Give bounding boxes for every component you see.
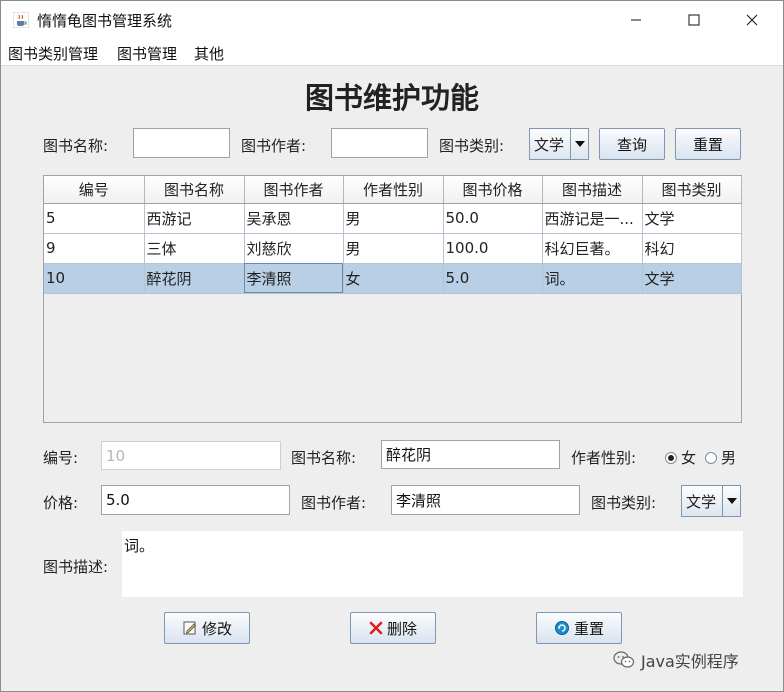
table-cell[interactable]: 词。 [542,263,643,294]
delete-button-label: 删除 [386,619,417,638]
edit-icon [183,621,197,635]
watermark: Java实例程序 [613,648,739,672]
sex-label: 作者性别: [571,449,637,467]
close-button[interactable] [723,1,781,39]
table-row[interactable]: 5 西游记 吴承恩 男 50.0 西游记是一... 文学 [44,203,742,234]
minimize-button[interactable] [607,1,665,39]
delete-button[interactable]: 删除 [350,612,436,644]
java-cup-icon [13,12,29,28]
search-name-label: 图书名称: [43,137,109,155]
id-label: 编号: [43,449,79,467]
table-cell[interactable]: 吴承恩 [244,203,344,234]
window-title: 惰惰龟图书管理系统 [37,12,173,30]
table-row[interactable]: 9 三体 刘慈欣 男 100.0 科幻巨著。 科幻 [44,233,742,264]
author-field[interactable]: 李清照 [391,485,580,515]
sex-option-male-label: 男 [721,449,737,467]
sex-radio-female[interactable]: 女 [665,447,696,468]
column-header-author[interactable]: 图书作者 [244,176,344,204]
table-cell[interactable]: 科幻巨著。 [542,233,643,264]
table-header-row: 编号 图书名称 图书作者 作者性别 图书价格 图书描述 图书类别 [44,176,742,204]
table-cell[interactable]: 10 [44,263,145,294]
reset-icon [554,621,569,635]
table-cell[interactable]: 女 [343,263,444,294]
table-cell[interactable]: 9 [44,233,145,264]
column-header-desc[interactable]: 图书描述 [542,176,643,204]
search-type-value: 文学 [534,135,565,154]
table-cell[interactable]: 文学 [642,203,742,234]
table-cell[interactable]: 男 [343,233,444,264]
id-field: 10 [101,441,281,470]
price-label: 价格: [43,494,79,512]
book-table[interactable]: 编号 图书名称 图书作者 作者性别 图书价格 图书描述 图书类别 5 西游记 吴… [43,175,742,423]
search-author-label: 图书作者: [241,137,307,155]
table-row-selected[interactable]: 10 醉花阴 李清照 女 5.0 词。 文学 [44,263,742,294]
column-header-price[interactable]: 图书价格 [443,176,543,204]
maximize-button[interactable] [665,1,723,39]
column-header-type[interactable]: 图书类别 [642,176,742,204]
modify-button[interactable]: 修改 [164,612,250,644]
type-select[interactable]: 文学 [681,485,741,517]
table-cell[interactable]: 文学 [642,263,742,294]
column-header-sex[interactable]: 作者性别 [343,176,444,204]
name-field[interactable]: 醉花阴 [381,440,560,469]
chevron-down-icon [722,486,740,516]
search-author-input[interactable] [331,128,428,158]
table-cell[interactable]: 50.0 [443,203,543,234]
column-header-id[interactable]: 编号 [44,176,145,204]
menu-bar: 图书类别管理 图书管理 其他 [1,39,783,66]
form-reset-button[interactable]: 重置 [536,612,622,644]
desc-label: 图书描述: [43,558,109,576]
page-title: 图书维护功能 [304,81,479,115]
wechat-icon [613,651,635,668]
column-header-name[interactable]: 图书名称 [144,176,245,204]
close-icon [746,14,758,26]
reset-button-label: 重置 [573,619,604,638]
type-value: 文学 [686,492,717,511]
table-cell-focused[interactable]: 李清照 [244,263,344,294]
radio-checked-icon [665,451,677,464]
radio-unchecked-icon [705,451,717,464]
title-bar[interactable]: 惰惰龟图书管理系统 [1,1,783,39]
search-type-label: 图书类别: [439,137,505,155]
table-cell[interactable]: 5 [44,203,145,234]
watermark-text: Java实例程序 [641,652,739,671]
table-cell[interactable]: 醉花阴 [144,263,245,294]
table-cell[interactable]: 西游记是一... [542,203,643,234]
maximize-icon [688,14,700,26]
search-name-input[interactable] [133,128,230,158]
menu-other[interactable]: 其他 [194,43,224,64]
modify-button-label: 修改 [201,619,232,638]
table-cell[interactable]: 5.0 [443,263,543,294]
sex-radio-male[interactable]: 男 [705,447,736,468]
table-cell[interactable]: 科幻 [642,233,742,264]
delete-x-icon [369,621,383,635]
query-button[interactable]: 查询 [599,128,665,160]
menu-book-manage[interactable]: 图书管理 [117,43,177,64]
price-field[interactable]: 5.0 [101,485,290,515]
search-type-select[interactable]: 文学 [529,128,589,160]
app-window: 惰惰龟图书管理系统 图书类别管理 图书管理 其他 图书维护功能 图书名称: 图书… [0,0,784,692]
search-reset-button[interactable]: 重置 [675,128,741,160]
sex-option-female-label: 女 [681,449,697,467]
table-cell[interactable]: 西游记 [144,203,245,234]
table-cell[interactable]: 男 [343,203,444,234]
menu-book-type-manage[interactable]: 图书类别管理 [8,43,98,64]
type-label: 图书类别: [591,494,657,512]
minimize-icon [631,19,641,21]
table-cell[interactable]: 三体 [144,233,245,264]
table-cell[interactable]: 刘慈欣 [244,233,344,264]
desc-textarea[interactable]: 词。 [122,531,743,597]
chevron-down-icon [570,129,588,159]
table-cell[interactable]: 100.0 [443,233,543,264]
name-label: 图书名称: [291,449,357,467]
author-label: 图书作者: [301,494,367,512]
